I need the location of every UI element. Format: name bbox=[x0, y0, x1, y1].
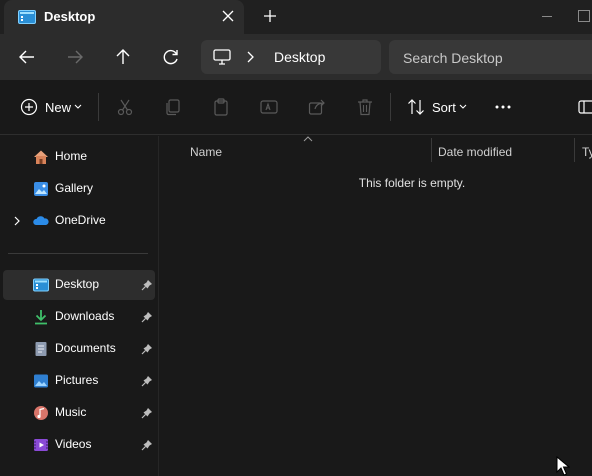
pin-icon[interactable] bbox=[141, 375, 153, 387]
pin-icon[interactable] bbox=[141, 407, 153, 419]
refresh-icon[interactable] bbox=[160, 46, 182, 68]
tab-title: Desktop bbox=[44, 9, 96, 24]
rename-icon[interactable] bbox=[260, 98, 278, 116]
search-input[interactable]: Search Desktop bbox=[389, 40, 592, 74]
tab-desktop[interactable]: Desktop bbox=[4, 0, 244, 34]
desktop-folder-icon bbox=[18, 10, 36, 24]
sidebar-item-label: Home bbox=[55, 149, 88, 163]
sort-icon[interactable] bbox=[407, 98, 425, 116]
sidebar-item-onedrive[interactable]: OneDrive bbox=[3, 206, 155, 236]
sidebar-item-label: Videos bbox=[55, 437, 92, 451]
gallery-icon bbox=[34, 182, 48, 196]
copy-icon[interactable] bbox=[164, 98, 182, 116]
music-icon bbox=[34, 406, 48, 420]
navigation-bar: Desktop Search Desktop bbox=[0, 34, 592, 80]
back-arrow-icon[interactable] bbox=[16, 46, 38, 68]
mouse-cursor-icon bbox=[556, 456, 570, 476]
more-icon[interactable] bbox=[494, 98, 512, 116]
minimize-icon[interactable] bbox=[542, 16, 552, 17]
navigation-pane: Home Gallery OneDrive Desktop Downloads … bbox=[0, 136, 158, 476]
chevron-down-icon[interactable] bbox=[73, 102, 83, 112]
delete-icon[interactable] bbox=[356, 98, 374, 116]
sidebar-item-label: Pictures bbox=[55, 373, 99, 387]
paste-icon[interactable] bbox=[212, 98, 230, 116]
column-header-date-modified[interactable]: Date modified bbox=[432, 140, 574, 162]
toolbar-divider bbox=[390, 93, 391, 121]
sidebar-item-home[interactable]: Home bbox=[3, 142, 155, 172]
sidebar-item-desktop[interactable]: Desktop bbox=[3, 270, 155, 300]
pin-icon[interactable] bbox=[141, 279, 153, 291]
chevron-right-icon[interactable] bbox=[245, 51, 255, 63]
sidebar-divider bbox=[8, 253, 148, 254]
sidebar-item-label: Gallery bbox=[55, 181, 94, 195]
pin-icon[interactable] bbox=[141, 439, 153, 451]
pictures-icon bbox=[34, 374, 48, 388]
this-pc-icon bbox=[213, 49, 231, 65]
pin-icon[interactable] bbox=[141, 311, 153, 323]
desktop-folder-icon bbox=[33, 278, 49, 292]
pin-icon[interactable] bbox=[141, 343, 153, 355]
title-bar: Desktop bbox=[0, 0, 592, 34]
up-arrow-icon[interactable] bbox=[112, 46, 134, 68]
new-button[interactable]: New bbox=[45, 100, 71, 115]
empty-folder-message: This folder is empty. bbox=[358, 176, 466, 190]
sidebar-item-gallery[interactable]: Gallery bbox=[3, 174, 155, 204]
sidebar-item-label: Documents bbox=[55, 341, 116, 355]
breadcrumb-desktop[interactable]: Desktop bbox=[274, 49, 325, 65]
column-label: Ty bbox=[582, 145, 592, 159]
sidebar-item-label: Downloads bbox=[55, 309, 115, 323]
documents-icon bbox=[35, 342, 47, 356]
sidebar-item-music[interactable]: Music bbox=[3, 398, 155, 428]
maximize-icon[interactable] bbox=[578, 10, 590, 22]
share-icon[interactable] bbox=[308, 98, 326, 116]
address-field[interactable]: Desktop bbox=[201, 40, 381, 74]
onedrive-icon bbox=[33, 216, 49, 225]
forward-arrow-icon[interactable] bbox=[64, 46, 86, 68]
videos-icon bbox=[34, 439, 48, 451]
column-label: Date modified bbox=[438, 145, 513, 159]
search-placeholder: Search Desktop bbox=[403, 50, 503, 66]
sidebar-item-label: Music bbox=[55, 405, 87, 419]
sidebar-item-videos[interactable]: Videos bbox=[3, 430, 155, 460]
downloads-icon bbox=[35, 310, 47, 325]
toolbar-divider bbox=[98, 93, 99, 121]
column-label: Name bbox=[190, 145, 223, 159]
sidebar-item-downloads[interactable]: Downloads bbox=[3, 302, 155, 332]
file-list[interactable]: Name Date modified Ty This folder is emp… bbox=[159, 136, 592, 476]
column-header-name[interactable]: Name bbox=[183, 140, 431, 162]
command-bar: New Sort bbox=[0, 80, 592, 135]
new-plus-icon[interactable] bbox=[20, 98, 38, 116]
sidebar-item-pictures[interactable]: Pictures bbox=[3, 366, 155, 396]
column-header-type[interactable]: Ty bbox=[575, 140, 592, 162]
close-icon[interactable] bbox=[220, 8, 236, 24]
sort-button[interactable]: Sort bbox=[432, 100, 456, 115]
chevron-right-icon[interactable] bbox=[11, 214, 23, 228]
sidebar-item-label: OneDrive bbox=[55, 213, 106, 227]
sidebar-item-label: Desktop bbox=[55, 277, 100, 291]
home-icon bbox=[34, 150, 48, 164]
details-pane-icon[interactable] bbox=[578, 98, 592, 116]
plus-icon[interactable] bbox=[262, 8, 278, 24]
chevron-down-icon[interactable] bbox=[458, 102, 468, 112]
cut-icon[interactable] bbox=[116, 98, 134, 116]
sidebar-item-documents[interactable]: Documents bbox=[3, 334, 155, 364]
